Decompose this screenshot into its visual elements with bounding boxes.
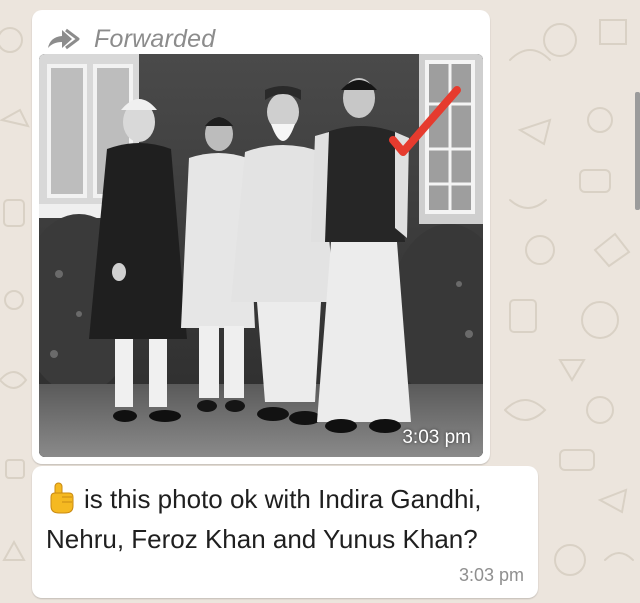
pointing-up-emoji-icon <box>50 482 74 514</box>
chat-screen: Forwarded 3:03 pm is this photo ok with … <box>0 0 640 603</box>
message-text-line-1: is this photo ok with Indira Gandhi, <box>84 484 482 514</box>
forward-icon <box>48 28 80 50</box>
text-message-bubble[interactable]: is this photo ok with Indira Gandhi, Neh… <box>32 466 538 598</box>
photo-message-bubble[interactable]: Forwarded 3:03 pm <box>32 10 490 464</box>
photo-timestamp: 3:03 pm <box>402 427 471 448</box>
scroll-indicator[interactable] <box>635 92 640 210</box>
message-timestamp: 3:03 pm <box>458 565 524 585</box>
forwarded-photo[interactable]: 3:03 pm <box>39 54 483 457</box>
message-line-1: is this photo ok with Indira Gandhi, <box>46 482 481 515</box>
forwarded-header: Forwarded <box>46 24 215 54</box>
forwarded-label: Forwarded <box>94 24 216 53</box>
message-text-line-2: Nehru, Feroz Khan and Yunus Khan? <box>46 524 478 554</box>
photo-image <box>39 54 483 457</box>
